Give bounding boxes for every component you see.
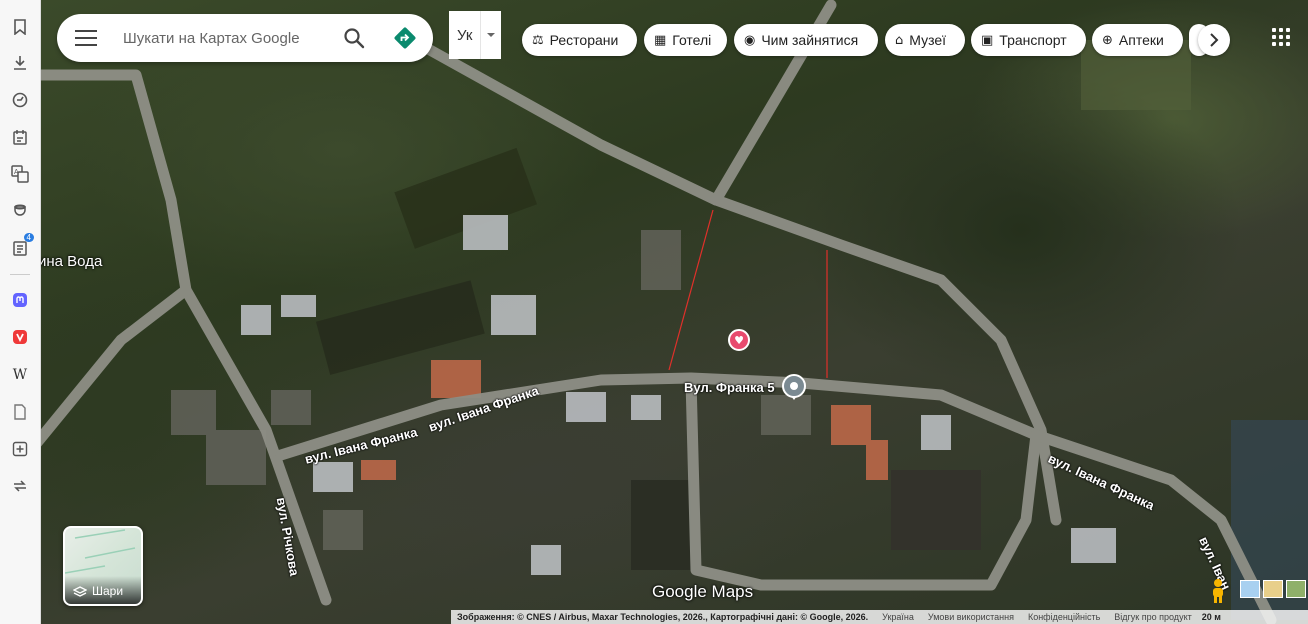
directions-icon[interactable] <box>393 26 417 50</box>
reading-icon[interactable] <box>9 200 31 222</box>
document-icon[interactable] <box>9 401 31 423</box>
map-roads <box>41 0 1308 624</box>
input-tools[interactable]: Ук <box>449 11 501 59</box>
chevron-right-icon[interactable] <box>1198 24 1230 56</box>
bookmark-icon[interactable] <box>9 16 31 38</box>
privacy-link[interactable]: Конфіденційність <box>1028 612 1100 622</box>
translate-icon[interactable]: A <box>9 163 31 185</box>
chip-label: Чим зайнятися <box>761 32 859 48</box>
chip-museums[interactable]: ⌂ Музеї <box>885 24 965 56</box>
chevron-down-icon[interactable] <box>481 11 501 59</box>
location-pin-icon[interactable] <box>782 374 806 398</box>
chip-pharmacies[interactable]: ⊕ Аптеки <box>1092 24 1183 56</box>
input-tool-label[interactable]: Ук <box>449 11 482 59</box>
layers-thumbnail <box>65 529 136 574</box>
menu-icon[interactable] <box>75 30 97 46</box>
scale-label[interactable]: 20 м <box>1202 612 1221 622</box>
apps-grid-icon[interactable] <box>1272 28 1290 46</box>
terms-link[interactable]: Умови використання <box>928 612 1014 622</box>
attribution-text: Зображення: © CNES / Airbus, Maxar Techn… <box>457 612 869 622</box>
wikipedia-icon[interactable]: W <box>9 364 31 386</box>
chip-label: Транспорт <box>999 32 1067 48</box>
restaurant-icon: ⚖ <box>532 32 544 48</box>
add-panel-icon[interactable] <box>9 438 31 460</box>
chip-label: Ресторани <box>549 32 619 48</box>
museum-icon: ⌂ <box>895 32 904 48</box>
search-icon[interactable] <box>343 27 365 49</box>
layers-icon <box>73 586 87 597</box>
svg-text:A: A <box>14 169 19 176</box>
search-input[interactable] <box>121 28 325 48</box>
pharmacy-icon: ⊕ <box>1102 32 1113 48</box>
chip-transit[interactable]: ▣ Транспорт <box>971 24 1086 56</box>
satellite-map[interactable]: ина Вода вул. Івана Франка вул. Івана Фр… <box>41 0 1308 624</box>
sidebar-divider <box>10 274 30 275</box>
mail-icon[interactable]: 4 <box>9 233 34 259</box>
pegman-icon[interactable] <box>1210 578 1226 604</box>
hotel-icon: ▦ <box>654 32 667 48</box>
saved-place-heart-icon[interactable]: ♥ <box>728 329 750 351</box>
notes-icon[interactable] <box>9 126 31 148</box>
map-footer: Зображення: © CNES / Airbus, Maxar Techn… <box>451 610 1308 624</box>
pin-label[interactable]: Вул. Франка 5 <box>684 380 775 395</box>
mail-badge: 4 <box>23 233 34 242</box>
chip-restaurants[interactable]: ⚖ Ресторани <box>522 24 637 56</box>
layers-button[interactable]: Шари <box>63 526 143 606</box>
sync-icon[interactable] <box>9 475 31 497</box>
feedback-link[interactable]: Відгук про продукт <box>1114 612 1191 622</box>
chip-label: Готелі <box>672 32 712 48</box>
layers-label-wrap: Шари <box>65 576 141 604</box>
chip-label: Музеї <box>909 32 947 48</box>
minimap-satellite[interactable] <box>1286 580 1306 598</box>
vivaldi-icon[interactable] <box>9 326 31 348</box>
chip-things-to-do[interactable]: ◉ Чим зайнятися <box>734 24 878 56</box>
place-label: ина Вода <box>41 253 103 270</box>
browser-sidebar: A 4 W <box>0 0 41 624</box>
history-icon[interactable] <box>9 89 31 111</box>
minimap-default[interactable] <box>1240 580 1260 598</box>
mastodon-icon[interactable] <box>9 289 31 311</box>
chip-label: Аптеки <box>1118 32 1164 48</box>
google-maps-logo: Google Maps <box>652 582 754 601</box>
camera-icon: ◉ <box>744 32 756 48</box>
country-link[interactable]: Україна <box>882 612 914 622</box>
download-icon[interactable] <box>9 52 31 74</box>
minimap-terrain[interactable] <box>1263 580 1283 598</box>
chip-hotels[interactable]: ▦ Готелі <box>644 24 727 56</box>
search-box <box>57 14 433 62</box>
map-type-thumbnails[interactable] <box>1240 580 1308 598</box>
transit-icon: ▣ <box>981 32 994 48</box>
layers-label: Шари <box>92 584 124 598</box>
